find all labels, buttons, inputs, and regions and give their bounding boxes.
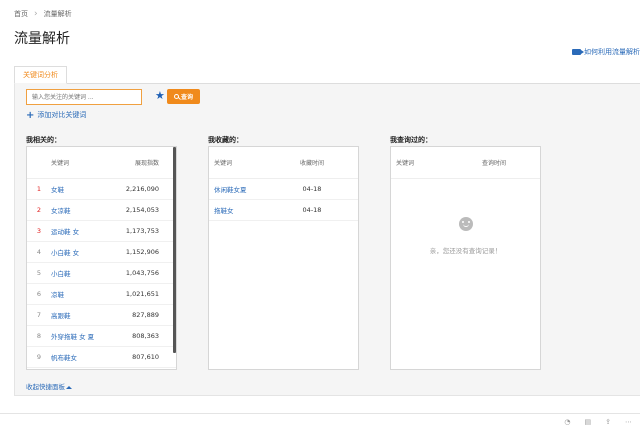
favorites-section-title: 我收藏的： <box>208 136 243 144</box>
keyword-link[interactable]: 拖鞋女 <box>209 205 289 215</box>
favorite-time: 04-18 <box>302 185 322 193</box>
col-keyword: 关键词 <box>214 160 233 167</box>
query-button[interactable]: 查询 <box>167 89 200 104</box>
rank: 4 <box>36 248 42 256</box>
table-header: 关键词 查询时间 <box>391 147 540 179</box>
keyword-link[interactable]: 帆布鞋女 <box>51 352 113 362</box>
plus-icon: + <box>26 109 35 121</box>
keyword-link[interactable]: 凉鞋 <box>51 289 113 299</box>
help-link-label: 如何利用流量解析 <box>584 48 640 56</box>
chevron-right-icon: › <box>34 8 38 19</box>
index-value: 808,363 <box>132 332 159 340</box>
index-value: 827,889 <box>132 311 159 319</box>
rank: 8 <box>36 332 42 340</box>
print-icon[interactable]: ▤ <box>585 418 592 426</box>
thumb-icon[interactable]: ◔ <box>564 418 570 426</box>
keyword-link[interactable]: 休闲鞋女夏 <box>209 184 289 194</box>
index-value: 1,152,906 <box>125 248 159 256</box>
col-time: 查询时间 <box>481 160 506 167</box>
more-icon[interactable]: ⋯ <box>625 418 632 426</box>
page-title: 流量解析 <box>14 31 70 47</box>
rank: 5 <box>36 269 42 277</box>
col-index: 展现指数 <box>134 160 159 167</box>
table-row: 休闲鞋女夏 04-18 <box>209 179 358 200</box>
share-icon[interactable]: ⇪ <box>605 418 611 426</box>
table-header: 关键词 收藏时间 <box>209 147 358 179</box>
table-row: 8 外穿拖鞋 女 夏 808,363 <box>27 326 176 347</box>
keyword-link[interactable]: 小白鞋 女 <box>51 247 113 257</box>
favorite-time: 04-18 <box>302 206 322 214</box>
index-value: 1,021,651 <box>125 290 159 298</box>
collapse-label: 收起快捷面板 <box>26 383 65 391</box>
col-time: 收藏时间 <box>299 160 324 167</box>
scrollbar[interactable] <box>173 147 176 353</box>
table-row: 5 小白鞋 1,043,756 <box>27 263 176 284</box>
video-camera-icon <box>572 49 584 55</box>
footer-divider <box>0 413 640 414</box>
index-value: 1,173,753 <box>125 227 159 235</box>
rank: 1 <box>36 185 42 193</box>
favorites-table: 关键词 收藏时间 休闲鞋女夏 04-18 拖鞋女 04-18 <box>208 146 359 370</box>
star-icon[interactable]: ★ <box>155 89 165 103</box>
table-row: 拖鞋女 04-18 <box>209 200 358 221</box>
caret-up-icon <box>66 385 72 389</box>
keyword-link[interactable]: 运动鞋 女 <box>51 226 113 236</box>
breadcrumb-home[interactable]: 首页 <box>14 9 28 19</box>
add-compare-keyword-link[interactable]: + 添加对比关键词 <box>26 110 86 120</box>
empty-state: 亲，您还没有查询记录！ <box>391 217 540 255</box>
rank: 6 <box>36 290 42 298</box>
keyword-link[interactable]: 小白鞋 <box>51 268 113 278</box>
queried-table: 关键词 查询时间 亲，您还没有查询记录！ <box>390 146 541 370</box>
queried-section-title: 我查询过的： <box>390 136 432 144</box>
empty-text: 亲，您还没有查询记录！ <box>429 247 502 255</box>
help-link[interactable]: 如何利用流量解析 <box>572 47 640 57</box>
table-row: 1 女鞋 2,216,090 <box>27 179 176 200</box>
rank: 3 <box>36 227 42 235</box>
table-header: 关键词 展现指数 <box>27 147 176 179</box>
keyword-link[interactable]: 女凉鞋 <box>51 205 113 215</box>
table-row: 9 帆布鞋女 807,610 <box>27 347 176 368</box>
breadcrumb-current: 流量解析 <box>43 10 72 18</box>
related-section-title: 我相关的： <box>26 136 61 144</box>
collapse-panel-link[interactable]: 收起快捷面板 <box>26 381 72 391</box>
keyword-link[interactable]: 外穿拖鞋 女 夏 <box>51 331 113 341</box>
col-keyword: 关键词 <box>396 160 415 167</box>
tab-keyword-analysis[interactable]: 关键词分析 <box>14 66 67 84</box>
index-value: 2,154,053 <box>125 206 159 214</box>
index-value: 2,216,090 <box>125 185 159 193</box>
keyword-link[interactable]: 女鞋 <box>51 184 113 194</box>
table-row: 6 凉鞋 1,021,651 <box>27 284 176 305</box>
rank: 2 <box>36 206 42 214</box>
table-row: 4 小白鞋 女 1,152,906 <box>27 242 176 263</box>
col-keyword: 关键词 <box>51 160 70 167</box>
index-value: 807,610 <box>132 353 159 361</box>
smile-icon <box>458 217 473 231</box>
rank: 9 <box>36 353 42 361</box>
index-value: 1,043,756 <box>125 269 159 277</box>
related-keywords-table: 关键词 展现指数 1 女鞋 2,216,090 2 女凉鞋 2,154,053 3 运动鞋 女… <box>26 146 177 370</box>
search-icon <box>173 94 179 99</box>
footer-toolbar: ◔ ▤ ⇪ ⋯ <box>564 418 632 426</box>
table-row: 3 运动鞋 女 1,173,753 <box>27 221 176 242</box>
query-button-label: 查询 <box>180 94 193 101</box>
table-row: 2 女凉鞋 2,154,053 <box>27 200 176 221</box>
keyword-link[interactable]: 高跟鞋 <box>51 310 113 320</box>
favorites-rows: 休闲鞋女夏 04-18 拖鞋女 04-18 <box>209 179 358 221</box>
breadcrumb: 首页 › 流量解析 <box>14 9 72 19</box>
related-rows: 1 女鞋 2,216,090 2 女凉鞋 2,154,053 3 运动鞋 女 1,173,753… <box>27 179 176 368</box>
rank: 7 <box>36 311 42 319</box>
tab-divider <box>14 83 640 84</box>
keyword-search-input[interactable] <box>26 89 142 105</box>
table-row: 7 高跟鞋 827,889 <box>27 305 176 326</box>
add-compare-label: 添加对比关键词 <box>37 111 87 119</box>
